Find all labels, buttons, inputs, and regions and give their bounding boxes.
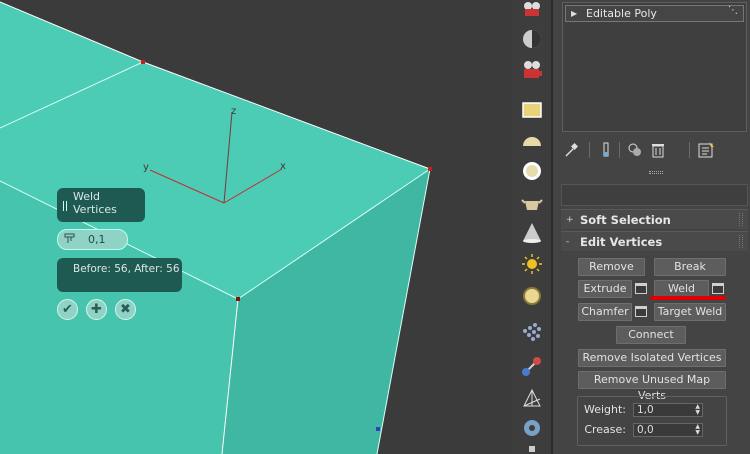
panel-splitter[interactable]	[553, 170, 750, 176]
weight-crease-group: Weight: 1,0 ▲ ▼ Crease: 0,0 ▲ ▼	[577, 396, 727, 446]
weld-highlight-underline	[650, 296, 726, 300]
rollout-title: Edit Vertices	[580, 235, 663, 249]
weld-threshold-field[interactable]: 0,1	[57, 229, 128, 250]
space-warp-icon[interactable]	[521, 387, 543, 409]
cancel-icon[interactable]: ✖	[115, 299, 136, 320]
cone-icon[interactable]	[521, 222, 543, 244]
rollout-soft-selection[interactable]: + Soft Selection	[561, 209, 748, 229]
create-icon-strip	[512, 0, 552, 454]
sphere-icon[interactable]	[521, 160, 543, 182]
remove-isolated-vertices-button[interactable]: Remove Isolated Vertices	[578, 349, 726, 367]
splitter-grip-icon	[649, 171, 663, 174]
chamfer-button[interactable]: Chamfer	[578, 303, 632, 321]
hemisphere-icon[interactable]	[521, 129, 543, 151]
axis-x-label: x	[280, 161, 286, 172]
break-button[interactable]: Break	[654, 258, 726, 276]
drag-grip-icon[interactable]	[63, 201, 67, 211]
stack-toolbar	[561, 139, 747, 161]
plane-icon[interactable]	[521, 99, 543, 121]
perspective-viewport[interactable]: z y x Weld Vertices 0,1 Before: 56, Afte…	[0, 0, 512, 454]
modifier-stack-item[interactable]: ▶ Editable Poly ⋱	[565, 5, 744, 22]
make-unique-icon[interactable]	[626, 141, 644, 159]
extrude-button[interactable]: Extrude	[578, 280, 632, 298]
apply-and-continue-icon[interactable]: ✚	[86, 299, 107, 320]
connect-button[interactable]: Connect	[616, 326, 686, 344]
sun-light-icon[interactable]	[521, 253, 543, 275]
target-weld-button[interactable]: Target Weld	[654, 303, 726, 321]
video-camera-icon[interactable]	[521, 59, 543, 81]
weight-value: 1,0	[637, 404, 654, 416]
modifier-stack-item-label: Editable Poly	[586, 7, 657, 20]
weld-threshold-value: 0,1	[88, 233, 106, 246]
rollout-title: Soft Selection	[580, 213, 671, 227]
vertex	[376, 427, 380, 431]
gear-icon[interactable]	[521, 417, 543, 439]
vertex	[236, 297, 240, 301]
weld-caddy-title[interactable]: Weld Vertices	[57, 188, 145, 222]
toolbar-divider	[619, 142, 620, 158]
remove-unused-map-verts-button[interactable]: Remove Unused Map Verts	[578, 371, 726, 402]
remove-modifier-icon[interactable]	[649, 141, 667, 159]
modifier-stack-list[interactable]: ▶ Editable Poly ⋱	[562, 2, 747, 132]
rollout-grip-icon	[739, 235, 743, 248]
weld-result-text: Before: 56, After: 56	[73, 263, 180, 275]
crease-spinner[interactable]: 0,0 ▲ ▼	[633, 423, 703, 437]
axis-y-label: y	[143, 162, 149, 173]
utility-icon[interactable]	[521, 446, 543, 454]
weight-label: Weight:	[583, 403, 626, 416]
dots-icon: ⋱	[728, 5, 738, 16]
remove-button[interactable]: Remove	[578, 258, 645, 276]
vertex	[428, 167, 432, 171]
empty-rollout-bar	[561, 184, 748, 206]
spinner-arrows-icon[interactable]: ▲ ▼	[695, 424, 700, 436]
display-icon[interactable]	[521, 28, 543, 50]
weld-threshold-icon	[64, 232, 78, 247]
axis-z-label: z	[231, 106, 236, 117]
pin-stack-icon[interactable]	[563, 141, 581, 159]
spinner-arrows-icon[interactable]: ▲ ▼	[695, 404, 700, 416]
teapot-icon[interactable]	[521, 192, 543, 214]
show-end-result-icon[interactable]	[597, 141, 615, 159]
weld-settings-icon[interactable]	[712, 283, 724, 294]
viewport-scene: z y x	[0, 0, 512, 454]
rollout-edit-vertices[interactable]: - Edit Vertices	[561, 231, 748, 251]
rollout-grip-icon	[739, 213, 743, 226]
chamfer-settings-icon[interactable]	[635, 306, 647, 317]
caddy-title-text: Weld Vertices	[73, 190, 117, 216]
toolbar-divider	[689, 142, 690, 158]
camera-icon[interactable]	[521, 0, 543, 20]
ok-icon[interactable]: ✔	[57, 299, 78, 320]
sphere-material-icon[interactable]	[521, 285, 543, 307]
extrude-settings-icon[interactable]	[635, 283, 647, 294]
crease-value: 0,0	[637, 424, 654, 436]
crease-label: Crease:	[584, 423, 626, 436]
rollout-sign: +	[566, 215, 574, 225]
toolbar-divider	[589, 142, 590, 158]
rollout-sign: -	[566, 237, 570, 247]
weld-result-info: Before: 56, After: 56	[57, 258, 182, 292]
expand-triangle-icon[interactable]: ▶	[571, 6, 577, 21]
bone-link-icon[interactable]	[521, 355, 543, 377]
weight-spinner[interactable]: 1,0 ▲ ▼	[633, 403, 703, 417]
vertex	[141, 60, 145, 64]
particle-grid-icon[interactable]	[521, 323, 543, 345]
configure-modifier-sets-icon[interactable]	[697, 141, 715, 159]
